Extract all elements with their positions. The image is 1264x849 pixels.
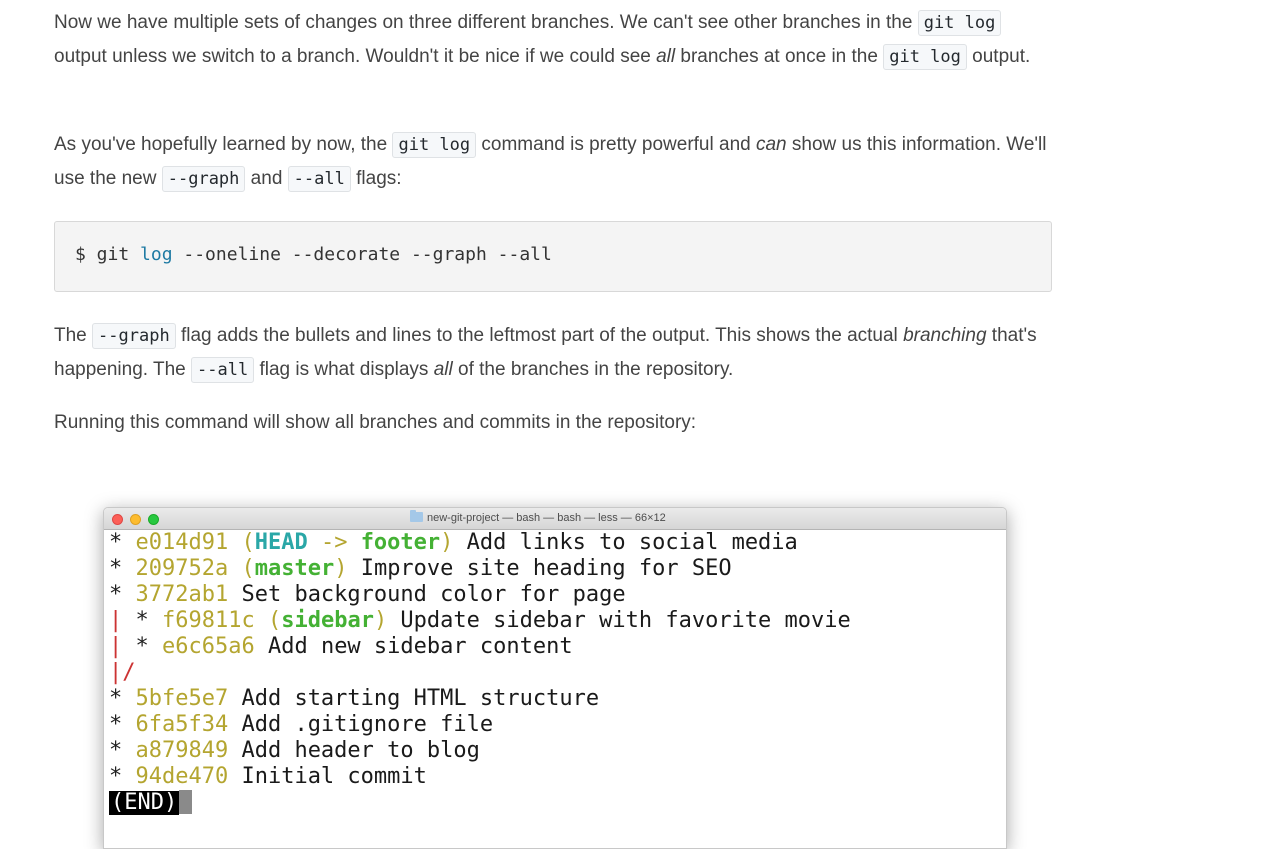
commit-hash: 6fa5f34 bbox=[135, 712, 229, 737]
terminal-cursor bbox=[179, 790, 193, 814]
inline-code: --graph bbox=[92, 323, 176, 349]
terminal-window: new-git-project — bash — bash — less — 6… bbox=[103, 507, 1007, 849]
commit-hash: 209752a bbox=[135, 556, 229, 581]
close-window-button[interactable] bbox=[112, 514, 123, 525]
graph-bullet: * bbox=[135, 634, 162, 659]
text: The bbox=[54, 325, 93, 346]
graph-bullet: * bbox=[135, 608, 162, 633]
graph-bullet: * bbox=[109, 530, 136, 555]
ref-arrow: -> bbox=[307, 530, 361, 555]
command-prompt: $ git bbox=[75, 244, 141, 265]
log-line: * 5bfe5e7 Add starting HTML structure bbox=[109, 686, 1006, 712]
text: of the branches in the repository. bbox=[452, 359, 734, 380]
pager-end-label: (END) bbox=[109, 790, 180, 815]
commit-message: Add starting HTML structure bbox=[228, 686, 600, 711]
text: Running this command will show all branc… bbox=[54, 412, 697, 433]
inline-code: git log bbox=[883, 44, 967, 70]
commit-hash: a879849 bbox=[135, 738, 229, 763]
branch-ref: master bbox=[254, 556, 335, 581]
text: output. bbox=[966, 46, 1031, 67]
commit-message: Update sidebar with favorite movie bbox=[387, 608, 851, 633]
terminal-output: * e014d91 (HEAD -> footer) Add links to … bbox=[109, 530, 1006, 816]
commit-message: Add .gitignore file bbox=[228, 712, 494, 737]
folder-icon bbox=[410, 510, 423, 522]
ref-paren: ( bbox=[228, 530, 255, 555]
ref-paren: ) bbox=[373, 608, 388, 633]
branch-ref: footer bbox=[360, 530, 441, 555]
text: flag is what displays bbox=[254, 359, 434, 380]
paragraph-graph-flag: The --graph flag adds the bullets and li… bbox=[54, 319, 1054, 387]
inline-code: --graph bbox=[161, 166, 246, 192]
ref-paren: ) bbox=[440, 530, 454, 555]
commit-hash: 94de470 bbox=[135, 764, 229, 789]
commit-message: Set background color for page bbox=[228, 582, 626, 607]
text: and bbox=[245, 168, 288, 189]
command-args: --oneline --decorate --graph --all bbox=[172, 244, 552, 265]
graph-bullet: * bbox=[109, 582, 136, 607]
commit-hash: e014d91 bbox=[135, 530, 229, 555]
graph-branch-line: |/ bbox=[109, 660, 136, 685]
commit-message: Add links to social media bbox=[453, 530, 798, 555]
text: command is pretty powerful and bbox=[476, 134, 756, 155]
text: flags: bbox=[350, 168, 402, 189]
text: branches at once in the bbox=[675, 46, 884, 67]
inline-code: --all bbox=[287, 166, 351, 192]
paragraph-intro: Now we have multiple sets of changes on … bbox=[54, 6, 1054, 74]
text: output unless we switch to a branch. Wou… bbox=[54, 46, 657, 67]
log-line: | * f69811c (sidebar) Update sidebar wit… bbox=[109, 608, 1006, 634]
text: flag adds the bullets and lines to the l… bbox=[175, 325, 904, 346]
emphasis: all bbox=[656, 46, 676, 67]
graph-branch-line: | bbox=[109, 634, 136, 659]
minimize-window-button[interactable] bbox=[130, 514, 141, 525]
log-line: * 3772ab1 Set background color for page bbox=[109, 582, 1006, 608]
text: Now we have multiple sets of changes on … bbox=[54, 12, 918, 33]
terminal-title-text: new-git-project — bash — bash — less — 6… bbox=[427, 512, 666, 524]
command-line: $ git log --oneline --decorate --graph -… bbox=[75, 244, 552, 265]
commit-hash: e6c65a6 bbox=[162, 634, 255, 659]
pager-end-line: (END) bbox=[109, 790, 1006, 816]
commit-hash: f69811c bbox=[162, 608, 255, 633]
commit-message: Improve site heading for SEO bbox=[347, 556, 732, 581]
terminal-title: new-git-project — bash — bash — less — 6… bbox=[410, 510, 666, 524]
code-block: $ git log --oneline --decorate --graph -… bbox=[54, 221, 1052, 292]
log-line: * 6fa5f34 Add .gitignore file bbox=[109, 712, 1006, 738]
commit-message: Initial commit bbox=[228, 764, 427, 789]
command-keyword: log bbox=[140, 244, 173, 265]
paragraph-running: Running this command will show all branc… bbox=[54, 406, 1054, 440]
log-line: |/ bbox=[109, 660, 1006, 686]
graph-bullet: * bbox=[109, 712, 136, 737]
commit-message: Add header to blog bbox=[228, 738, 480, 763]
ref-paren: ( bbox=[254, 608, 282, 633]
graph-bullet: * bbox=[109, 764, 136, 789]
log-line: * e014d91 (HEAD -> footer) Add links to … bbox=[109, 530, 1006, 556]
inline-code: --all bbox=[191, 357, 255, 383]
graph-bullet: * bbox=[109, 686, 136, 711]
log-line: * 209752a (master) Improve site heading … bbox=[109, 556, 1006, 582]
terminal-titlebar: new-git-project — bash — bash — less — 6… bbox=[104, 508, 1006, 530]
inline-code: git log bbox=[917, 10, 1002, 36]
branch-ref: sidebar bbox=[281, 608, 374, 633]
head-ref: HEAD bbox=[254, 530, 308, 555]
commit-hash: 3772ab1 bbox=[135, 582, 229, 607]
text: As you've hopefully learned by now, the bbox=[54, 134, 393, 155]
emphasis: branching bbox=[903, 325, 987, 346]
paragraph-git-log: As you've hopefully learned by now, the … bbox=[54, 128, 1054, 196]
graph-bullet: * bbox=[109, 738, 136, 763]
graph-branch-line: | bbox=[109, 608, 136, 633]
commit-message: Add new sidebar content bbox=[254, 634, 573, 659]
emphasis: can bbox=[755, 134, 787, 155]
ref-paren: ( bbox=[228, 556, 255, 581]
log-line: * a879849 Add header to blog bbox=[109, 738, 1006, 764]
commit-hash: 5bfe5e7 bbox=[135, 686, 229, 711]
emphasis: all bbox=[433, 359, 453, 380]
ref-paren: ) bbox=[334, 556, 348, 581]
inline-code: git log bbox=[392, 132, 477, 158]
zoom-window-button[interactable] bbox=[148, 514, 159, 525]
log-line: * 94de470 Initial commit bbox=[109, 764, 1006, 790]
graph-bullet: * bbox=[109, 556, 136, 581]
log-line: | * e6c65a6 Add new sidebar content bbox=[109, 634, 1006, 660]
